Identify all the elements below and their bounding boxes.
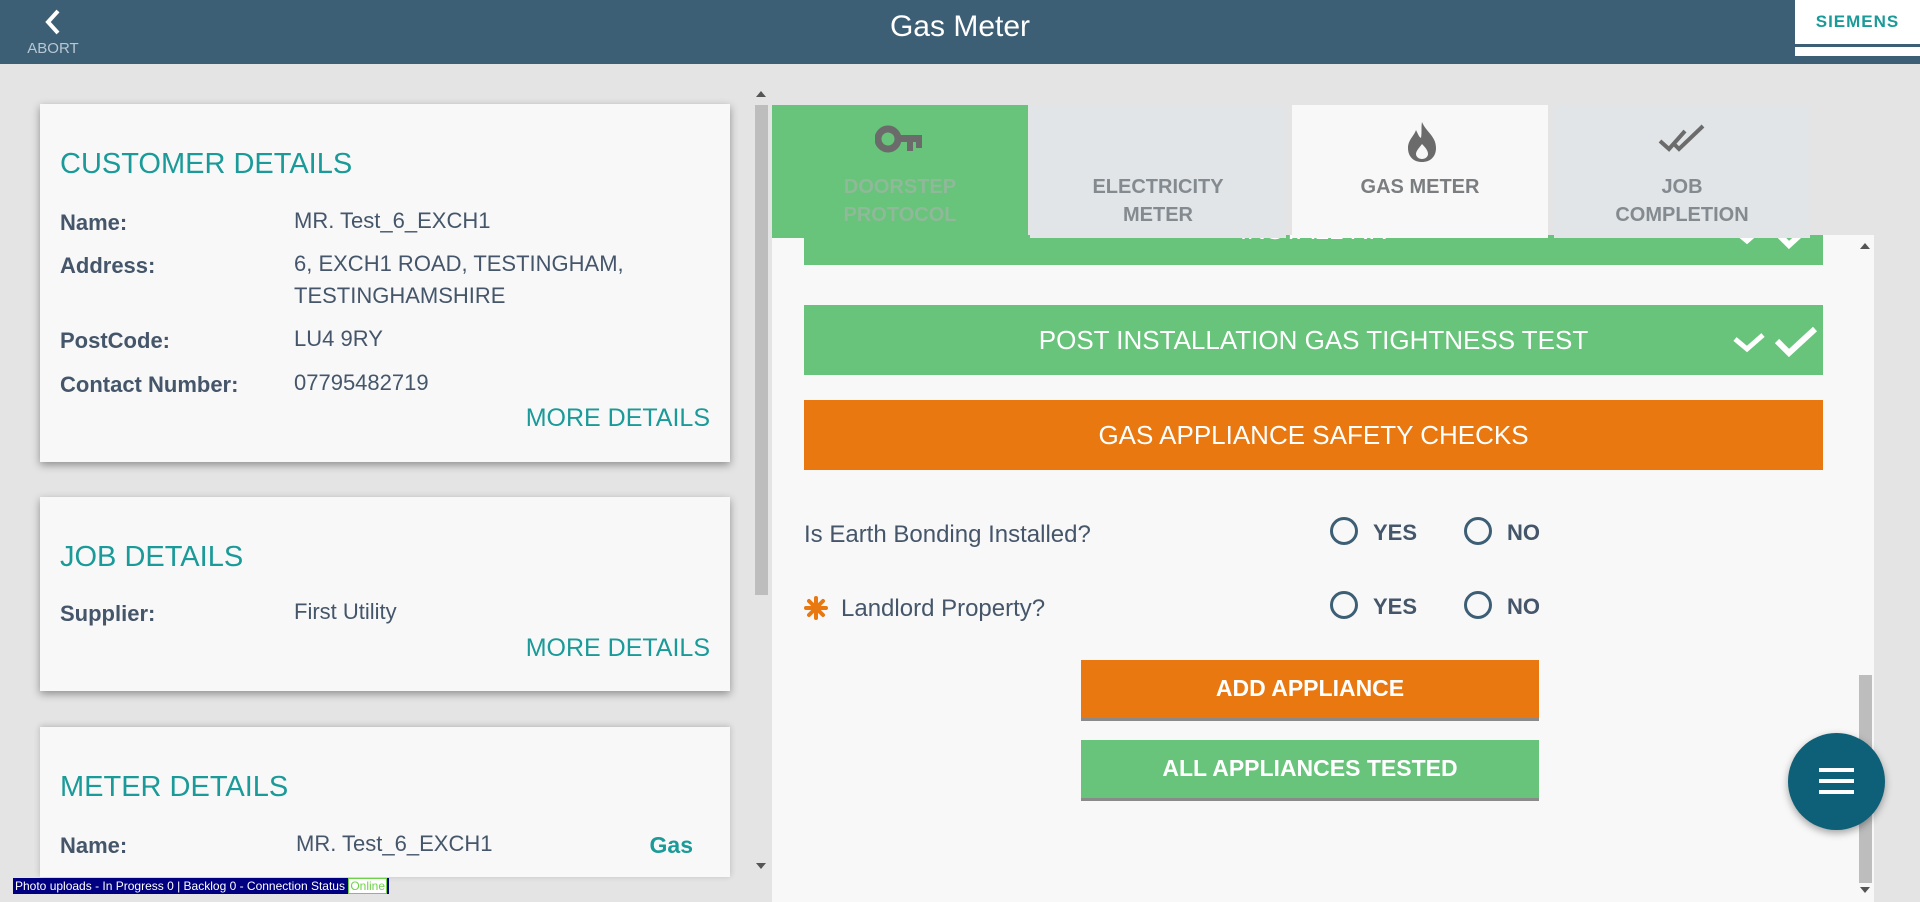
customer-address-value: 6, EXCH1 ROAD, TESTINGHAM, [294, 251, 624, 276]
meter-details-title: METER DETAILS [60, 771, 289, 803]
left-scrollbar-thumb[interactable] [755, 105, 768, 595]
landlord-property-question: Landlord Property? [841, 595, 1046, 622]
tab-label: GAS METER [1360, 176, 1480, 198]
process-steps: DOORSTEP PROTOCOL ELECTRICITY METER GAS ME… [772, 105, 1810, 238]
tab-label: JOB COMPLETION [1615, 176, 1749, 226]
customer-more-details-link[interactable]: MORE DETAILS [526, 404, 710, 433]
job-supplier-value: First Utility [294, 599, 397, 624]
meter-name-label: Name: [60, 833, 128, 858]
customer-address-label: Address: [60, 253, 156, 278]
job-supplier-label: Supplier: [60, 601, 156, 626]
appliance-safety-section-title: GAS APPLIANCE SAFETY CHECKS [1098, 420, 1529, 450]
add-appliance-button[interactable]: ADD APPLIANCE [1081, 660, 1539, 718]
page-title: Gas Meter [889, 10, 1031, 43]
appliance-safety-section-header[interactable]: GAS APPLIANCE SAFETY CHECKS [804, 400, 1823, 470]
status-bar-text: Photo uploads - In Progress 0 | Backlog … [15, 879, 345, 893]
scroll-up-arrow-icon[interactable] [1860, 243, 1870, 249]
brand-logo: SIEMENS [1795, 0, 1920, 56]
customer-address-value-line2: TESTINGHAMSHIRE [294, 283, 506, 308]
double-check-icon [1658, 124, 1705, 152]
key-icon [875, 125, 922, 153]
job-details-title: JOB DETAILS [60, 541, 244, 573]
menu-fab-button[interactable] [1788, 733, 1885, 830]
all-appliances-tested-button[interactable]: ALL APPLIANCES TESTED [1081, 740, 1539, 798]
customer-postcode-label: PostCode: [60, 328, 170, 353]
meter-details-card: METER DETAILS Name: MR. Test_6_EXCH1 Gas [40, 727, 730, 877]
double-check-icon [1733, 326, 1818, 358]
tab-doorstep-protocol[interactable]: DOORSTEP PROTOCOL [772, 105, 1028, 238]
radio-yes-label: YES [1373, 594, 1418, 619]
radio-yes-label: YES [1373, 520, 1418, 545]
left-scrollbar[interactable] [753, 85, 770, 875]
radio-circle[interactable] [1330, 517, 1358, 545]
job-details-card: JOB DETAILS Supplier: First Utility MORE… [40, 497, 730, 691]
flame-icon [1408, 122, 1436, 162]
customer-postcode-value: LU4 9RY [294, 326, 383, 351]
brand-name: SIEMENS [1815, 12, 1900, 31]
customer-details-title: CUSTOMER DETAILS [60, 148, 353, 180]
tightness-test-section-title: POST INSTALLATION GAS TIGHTNESS TEST [1038, 325, 1589, 355]
meter-name-value: MR. Test_6_EXCH1 [296, 831, 493, 856]
customer-name-value: MR. Test_6_EXCH1 [294, 208, 491, 233]
customer-name-label: Name: [60, 210, 128, 235]
customer-details-card: CUSTOMER DETAILS Name: MR. Test_6_EXCH1 … [40, 104, 730, 462]
install-section-header[interactable]: INSTALL RR [804, 235, 1823, 265]
tab-job-completion[interactable]: JOB COMPLETION [1554, 105, 1810, 238]
radio-no-label: NO [1507, 594, 1540, 619]
job-more-details-link[interactable]: MORE DETAILS [526, 634, 710, 663]
brand-stripe [1795, 44, 1920, 47]
gas-meter-content: INSTALL RR POST INSTALLATION GAS TIGHTNE… [772, 235, 1874, 902]
scroll-up-arrow-icon[interactable] [756, 91, 766, 97]
tab-electricity-meter[interactable]: ELECTRICITY METER [1030, 105, 1286, 238]
radio-circle[interactable] [1464, 517, 1492, 545]
scroll-down-arrow-icon[interactable] [756, 863, 766, 869]
radio-circle[interactable] [1464, 591, 1492, 619]
top-bar: ABORT Gas Meter SIEMENS [0, 0, 1920, 64]
customer-contact-label: Contact Number: [60, 372, 239, 397]
customer-contact-value: 07795482719 [294, 370, 429, 395]
tightness-test-section-header[interactable]: POST INSTALLATION GAS TIGHTNESS TEST [804, 305, 1823, 375]
connection-status-badge: Online [348, 878, 388, 894]
connection-status-bar: Photo uploads - In Progress 0 | Backlog … [13, 878, 390, 894]
scroll-down-arrow-icon[interactable] [1860, 887, 1870, 893]
earth-bonding-question: Is Earth Bonding Installed? [804, 521, 1091, 548]
tab-label: ELECTRICITY METER [1092, 176, 1224, 226]
radio-no-label: NO [1507, 520, 1540, 545]
tab-gas-meter[interactable]: GAS METER [1292, 105, 1548, 238]
required-asterisk-icon [804, 596, 828, 620]
tab-label: DOORSTEP PROTOCOL [843, 176, 957, 226]
meter-type-tag: Gas [649, 832, 693, 858]
hamburger-menu-icon [1819, 768, 1854, 794]
radio-circle[interactable] [1330, 591, 1358, 619]
